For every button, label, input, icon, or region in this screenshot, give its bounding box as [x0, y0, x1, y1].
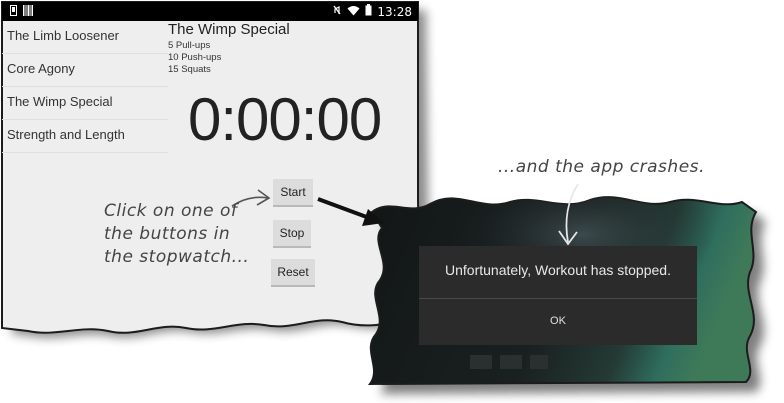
list-item[interactable]: Core Agony [2, 54, 168, 87]
barcode-icon [23, 5, 33, 19]
annotation-line: the buttons in [104, 224, 231, 244]
status-time: 13:28 [377, 4, 412, 19]
stop-button[interactable]: Stop [273, 220, 311, 248]
wifi-icon [347, 5, 360, 19]
workout-step: 5 Pull-ups [168, 40, 211, 51]
workout-title: The Wimp Special [168, 21, 290, 38]
crash-dialog: Unfortunately, Workout has stopped. OK [419, 246, 697, 345]
workout-step: 10 Push-ups [168, 52, 222, 63]
start-button[interactable]: Start [273, 179, 313, 207]
annotation-line: Click on one of [104, 201, 238, 221]
list-item[interactable]: Strength and Length [2, 120, 168, 153]
list-item[interactable]: The Wimp Special [2, 87, 168, 120]
stopwatch-time: 0:00:00 [188, 86, 382, 153]
battery-icon [365, 4, 372, 19]
workout-step: 15 Squats [168, 64, 211, 75]
list-item[interactable]: The Limb Loosener [2, 21, 168, 54]
annotation-left: Click on one of the buttons in the stopw… [104, 200, 249, 269]
annotation-right: ...and the app crashes. [498, 157, 705, 177]
phone-icon [10, 5, 17, 19]
annotation-line: the stopwatch... [104, 247, 250, 267]
ok-button[interactable]: OK [419, 299, 697, 345]
reset-button[interactable]: Reset [271, 259, 315, 287]
workout-list: The Limb Loosener Core Agony The Wimp Sp… [2, 21, 168, 153]
status-bar: 13:28 [2, 2, 418, 21]
dialog-message: Unfortunately, Workout has stopped. [445, 262, 671, 278]
mute-icon [332, 4, 342, 19]
